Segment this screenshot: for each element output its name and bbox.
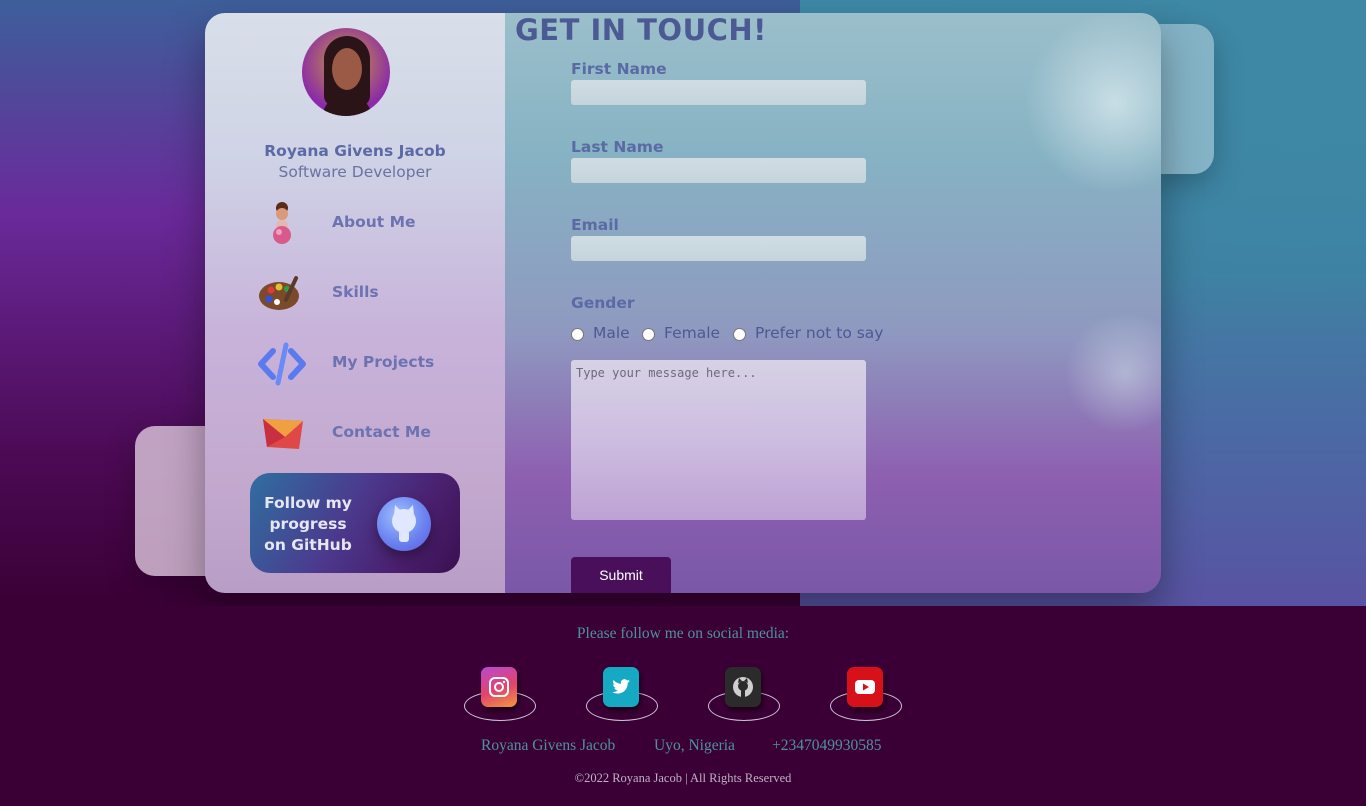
envelope-icon <box>263 419 303 449</box>
youtube-icon <box>847 667 883 707</box>
paint-palette-icon <box>259 276 299 310</box>
twitter-link[interactable] <box>586 664 660 724</box>
radio-label-prefer-not: Prefer not to say <box>755 324 884 342</box>
radio-label-female: Female <box>664 324 721 342</box>
last-name-field[interactable] <box>571 158 866 183</box>
nav-label-skills: Skills <box>332 283 379 301</box>
nav-label-about-me: About Me <box>332 213 416 231</box>
copyright: ©2022 Royana Jacob | All Rights Reserved <box>574 771 792 785</box>
sidebar: Royana Givens Jacob Software Developer A… <box>205 13 505 593</box>
nav-item-skills[interactable]: Skills <box>255 269 475 319</box>
avatar <box>302 28 390 116</box>
code-brackets-icon <box>258 342 306 386</box>
github-octocat-icon <box>377 497 431 551</box>
contact-form-panel: GET IN TOUCH! First Name Last Name Email… <box>505 13 1161 593</box>
radio-female[interactable] <box>642 328 655 341</box>
gender-label: Gender <box>571 294 635 312</box>
profile-name: Royana Givens Jacob <box>264 142 446 160</box>
instagram-icon <box>481 667 517 707</box>
last-name-label: Last Name <box>571 138 664 156</box>
contact-phone: +2347049930585 <box>772 737 882 754</box>
contact-name: Royana Givens Jacob <box>481 737 616 754</box>
github-follow-button[interactable]: Follow my progress on GitHub <box>250 473 460 573</box>
github-follow-label: Follow my progress on GitHub <box>264 494 352 554</box>
radio-label-male: Male <box>593 324 630 342</box>
page-title: GET IN TOUCH! <box>515 13 767 47</box>
youtube-link[interactable] <box>830 664 904 724</box>
follow-text: Please follow me on social media: <box>576 625 790 642</box>
footer: Please follow me on social media: Royana… <box>0 606 1366 806</box>
nav-item-about-me[interactable]: About Me <box>255 199 475 249</box>
nav-label-contact-me: Contact Me <box>332 423 431 441</box>
person-figure-icon <box>273 202 291 244</box>
decorative-card-left <box>135 426 215 576</box>
twitter-icon <box>603 667 639 707</box>
submit-button[interactable]: Submit <box>571 557 671 593</box>
first-name-label: First Name <box>571 60 667 78</box>
radio-male[interactable] <box>571 328 584 341</box>
nav-item-my-projects[interactable]: My Projects <box>255 339 475 389</box>
main-card: Royana Givens Jacob Software Developer A… <box>205 13 1161 593</box>
nav-item-contact-me[interactable]: Contact Me <box>255 409 475 459</box>
message-field[interactable] <box>571 360 866 520</box>
radio-prefer-not[interactable] <box>733 328 746 341</box>
contact-location: Uyo, Nigeria <box>654 737 735 754</box>
email-label: Email <box>571 216 619 234</box>
github-link[interactable] <box>708 664 782 724</box>
profile-role: Software Developer <box>278 163 432 181</box>
nav-label-my-projects: My Projects <box>332 353 435 371</box>
github-icon <box>725 667 761 707</box>
first-name-field[interactable] <box>571 80 866 105</box>
email-field[interactable] <box>571 236 866 261</box>
instagram-link[interactable] <box>464 664 538 724</box>
